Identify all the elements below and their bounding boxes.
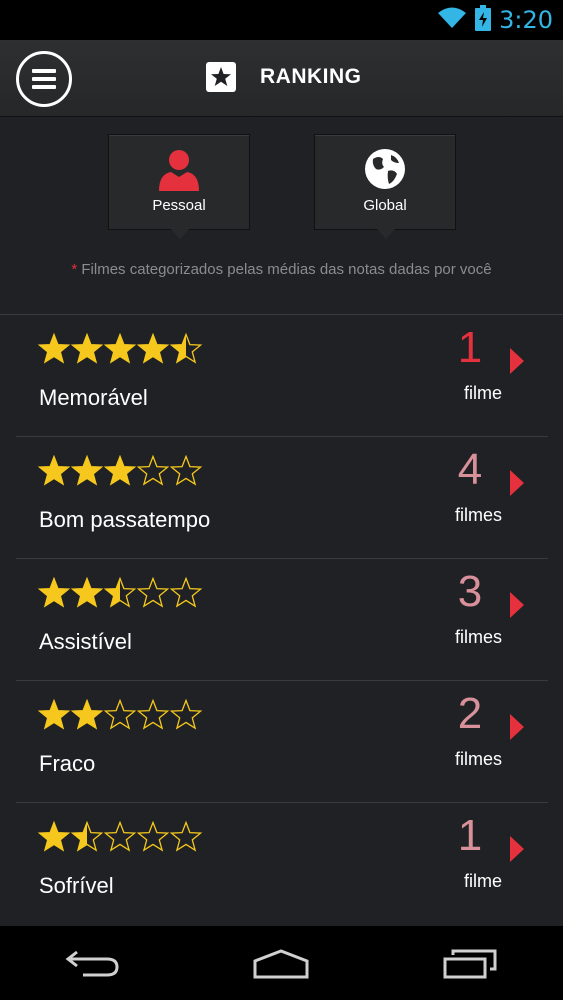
app-bar: RANKING: [0, 40, 563, 117]
star-icon: [137, 455, 170, 486]
star-icon: [38, 699, 71, 730]
star-icon: [71, 455, 104, 486]
list-item-count: 2: [457, 689, 483, 738]
star-icon: [137, 333, 170, 364]
ranking-note: * Filmes categorizados pelas médias das …: [0, 261, 563, 278]
note-asterisk: *: [71, 261, 78, 278]
menu-button[interactable]: [16, 51, 72, 107]
list-item-unit: filme: [463, 871, 502, 891]
globe-icon: [365, 149, 405, 189]
star-icon: [104, 821, 137, 852]
person-icon: [159, 150, 199, 191]
list-item-title: Fraco: [39, 751, 96, 776]
star-icon: [137, 577, 170, 608]
ranking-list: Memorável 1 filme Bom passatempo 4 filme…: [16, 315, 548, 924]
list-item[interactable]: Memorável 1 filme: [16, 315, 548, 437]
star-icon: [137, 699, 170, 730]
list-item-unit: filmes: [454, 749, 502, 769]
star-icon: [170, 333, 203, 364]
note-text: Filmes categorizados pelas médias das no…: [81, 261, 492, 278]
list-item-title: Memorável: [39, 385, 148, 410]
tab-pointer: [171, 229, 189, 239]
hamburger-icon: [32, 69, 56, 89]
star-icon: [71, 699, 104, 730]
chevron-right-icon: [510, 470, 524, 496]
tab-pessoal-label: Pessoal: [152, 197, 206, 214]
list-item-count: 1: [457, 323, 483, 372]
tab-global-label: Global: [363, 197, 407, 214]
recent-apps-icon[interactable]: [442, 947, 498, 979]
list-item[interactable]: Fraco 2 filmes: [16, 681, 548, 803]
wifi-icon: [437, 6, 467, 35]
star-rating: [38, 577, 203, 609]
star-badge-icon: [206, 62, 236, 92]
tab-pointer: [377, 229, 395, 239]
list-item-unit: filmes: [454, 505, 502, 525]
list-item[interactable]: Sofrível 1 filme: [16, 803, 548, 924]
chevron-right-icon: [510, 836, 524, 862]
status-bar: 3:20: [0, 0, 563, 40]
star-icon: [170, 455, 203, 486]
page-title: RANKING: [260, 65, 362, 88]
ranking-tabs: Pessoal Global: [0, 134, 563, 244]
list-item-count: 3: [457, 567, 483, 616]
star-icon: [137, 821, 170, 852]
status-time: 3:20: [499, 6, 553, 34]
list-item[interactable]: Bom passatempo 4 filmes: [16, 437, 548, 559]
star-icon: [38, 455, 71, 486]
list-item-title: Bom passatempo: [39, 507, 211, 532]
list-item-unit: filme: [463, 383, 502, 403]
star-icon: [170, 821, 203, 852]
list-item-count: 1: [457, 811, 483, 860]
star-icon: [71, 577, 104, 608]
star-rating: [38, 333, 203, 365]
star-icon: [104, 333, 137, 364]
star-icon: [170, 577, 203, 608]
list-item-title: Assistível: [39, 629, 132, 654]
star-icon: [71, 821, 104, 852]
chevron-right-icon: [510, 592, 524, 618]
star-rating: [38, 455, 203, 487]
battery-icon: [475, 4, 492, 36]
star-icon: [38, 577, 71, 608]
star-icon: [71, 333, 104, 364]
star-icon: [38, 821, 71, 852]
system-nav-bar: [0, 926, 563, 1000]
list-item-unit: filmes: [454, 627, 502, 647]
list-item[interactable]: Assistível 3 filmes: [16, 559, 548, 681]
chevron-right-icon: [510, 714, 524, 740]
star-icon: [38, 333, 71, 364]
tab-global[interactable]: Global: [314, 134, 456, 239]
back-icon[interactable]: [65, 948, 121, 978]
star-icon: [104, 577, 137, 608]
star-icon: [170, 699, 203, 730]
star-rating: [38, 699, 203, 731]
chevron-right-icon: [510, 348, 524, 374]
home-icon[interactable]: [251, 947, 311, 979]
list-item-title: Sofrível: [39, 873, 114, 898]
star-icon: [104, 699, 137, 730]
star-rating: [38, 821, 203, 853]
page-title-group: RANKING: [206, 62, 362, 92]
star-icon: [104, 455, 137, 486]
list-item-count: 4: [457, 445, 483, 494]
tab-pessoal[interactable]: Pessoal: [108, 134, 250, 239]
